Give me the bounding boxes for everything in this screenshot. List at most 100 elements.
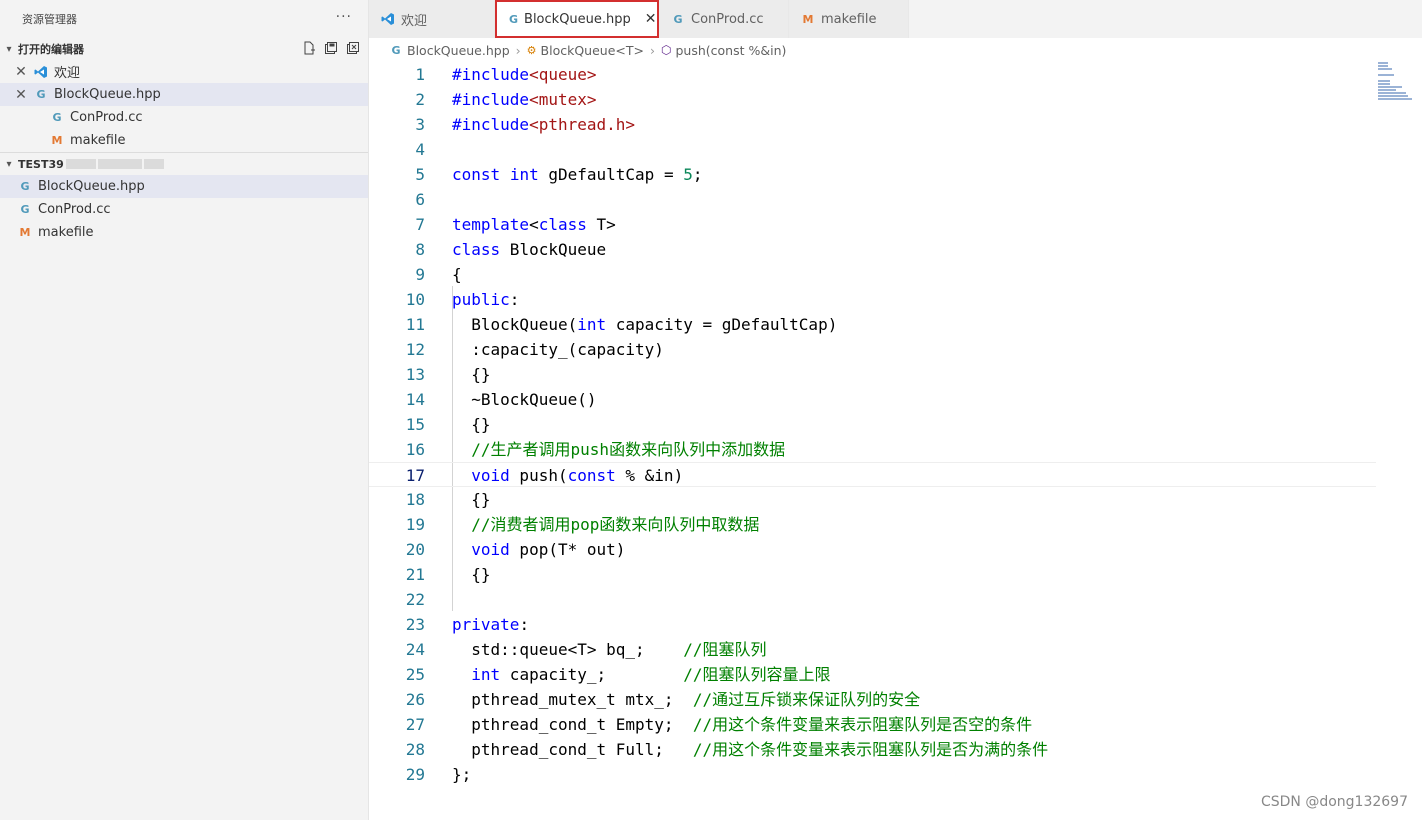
- cpp-icon: G: [509, 12, 519, 26]
- line-number: 14: [405, 390, 425, 409]
- code-line[interactable]: 3 #include<pthread.h>: [369, 112, 1376, 137]
- vscode-icon: [34, 65, 48, 79]
- vscode-icon: [381, 12, 395, 26]
- minimap-line: [1378, 65, 1388, 67]
- line-number: 1: [415, 65, 425, 84]
- code-text: //消费者调用pop函数来向队列中取数据: [471, 515, 760, 534]
- code-text: //生产者调用push函数来向队列中添加数据: [471, 440, 786, 459]
- code-line[interactable]: 29};: [369, 762, 1376, 787]
- code-line[interactable]: 4: [369, 137, 1376, 162]
- workspace-file-conprod[interactable]: G ConProd.cc: [0, 198, 368, 221]
- code-text: pthread_cond_t Full; //用这个条件变量来表示阻塞队列是否为…: [452, 740, 1049, 759]
- cpp-icon: G: [20, 203, 30, 216]
- code-line[interactable]: 2 #include<mutex>: [369, 87, 1376, 112]
- line-number: 8: [415, 240, 425, 259]
- code-line[interactable]: 25 int capacity_; //阻塞队列容量上限: [369, 662, 1376, 687]
- breadcrumb-file[interactable]: BlockQueue.hpp: [407, 43, 510, 58]
- code-line[interactable]: 23 private:: [369, 612, 1376, 637]
- code-text: void push(const % &in): [471, 466, 684, 485]
- workspace-file-label: makefile: [38, 225, 94, 240]
- open-editor-item-welcome[interactable]: ✕ 欢迎: [0, 60, 368, 83]
- code-line[interactable]: 18 {}: [369, 487, 1376, 512]
- chevron-down-icon: ▾: [6, 43, 12, 55]
- line-number: 3: [415, 115, 425, 134]
- cpp-icon: G: [52, 111, 62, 124]
- tab-label: makefile: [821, 11, 877, 27]
- minimap-line: [1378, 80, 1390, 82]
- code-text: pthread_mutex_t mtx_; //通过互斥锁来保证队列的安全: [452, 690, 921, 709]
- code-line[interactable]: 28 pthread_cond_t Full; //用这个条件变量来表示阻塞队列…: [369, 737, 1376, 762]
- cpp-icon: G: [673, 12, 683, 26]
- code-text: {}: [452, 415, 491, 434]
- line-number: 12: [405, 340, 425, 359]
- workspace-file-label: ConProd.cc: [38, 202, 111, 217]
- tab-conprod[interactable]: G ConProd.cc: [659, 0, 789, 38]
- minimap[interactable]: [1378, 62, 1414, 122]
- close-icon[interactable]: ✕: [14, 64, 28, 80]
- minimap-line: [1378, 62, 1388, 64]
- tab-makefile[interactable]: M makefile: [789, 0, 909, 38]
- workspace-title: TEST39: [18, 157, 64, 171]
- minimap-line: [1378, 89, 1396, 91]
- close-all-icon[interactable]: [346, 41, 360, 55]
- code-line[interactable]: 15 {}: [369, 412, 1376, 437]
- tab-blockqueue[interactable]: G BlockQueue.hpp ✕: [495, 0, 659, 38]
- code-line[interactable]: 21 {}: [369, 562, 1376, 587]
- workspace-header[interactable]: ▾ TEST39: [0, 153, 368, 175]
- close-icon[interactable]: ✕: [14, 87, 28, 103]
- line-number: 10: [405, 290, 425, 309]
- breadcrumb-method[interactable]: push(const %&in): [675, 43, 786, 58]
- code-line[interactable]: 26 pthread_mutex_t mtx_; //通过互斥锁来保证队列的安全: [369, 687, 1376, 712]
- code-text: };: [452, 765, 472, 784]
- open-editor-item-makefile[interactable]: M makefile: [0, 129, 368, 152]
- code-text: std::queue<T> bq_; //阻塞队列: [452, 640, 767, 659]
- code-line[interactable]: 9{: [369, 262, 1376, 287]
- breadcrumb-class[interactable]: BlockQueue<T>: [541, 43, 644, 58]
- line-number: 2: [415, 90, 425, 109]
- new-untitled-file-icon[interactable]: [302, 41, 316, 55]
- open-editor-item-conprod[interactable]: G ConProd.cc: [0, 106, 368, 129]
- code-line[interactable]: 6: [369, 187, 1376, 212]
- redacted-text: [97, 159, 142, 169]
- code-line[interactable]: 12 :capacity_(capacity): [369, 337, 1376, 362]
- code-line[interactable]: 5 const int gDefaultCap = 5;: [369, 162, 1376, 187]
- line-number: 27: [405, 715, 425, 734]
- workspace-file-blockqueue[interactable]: G BlockQueue.hpp: [0, 175, 368, 198]
- explorer-sidebar: 资源管理器 ··· ▾ 打开的编辑器 ✕ 欢迎 ✕ G BlockQueue.h…: [0, 0, 369, 820]
- code-line[interactable]: 22: [369, 587, 1376, 612]
- makefile-icon: M: [19, 226, 31, 239]
- line-number: 22: [405, 590, 425, 609]
- open-editor-item-blockqueue[interactable]: ✕ G BlockQueue.hpp: [0, 83, 368, 106]
- code-text: public:: [452, 290, 520, 309]
- cpp-icon: G: [391, 43, 401, 57]
- close-icon[interactable]: ✕: [645, 11, 657, 27]
- code-editor[interactable]: 1 #include<queue> 2 #include<mutex> 3 #includ…: [369, 62, 1422, 820]
- code-line[interactable]: 14 ~BlockQueue(): [369, 387, 1376, 412]
- explorer-title: 资源管理器: [22, 13, 77, 26]
- more-actions-icon[interactable]: ···: [336, 9, 352, 25]
- tab-welcome[interactable]: 欢迎: [369, 0, 495, 38]
- code-line[interactable]: 16 //生产者调用push函数来向队列中添加数据: [369, 437, 1376, 462]
- code-text: {}: [452, 365, 491, 384]
- line-number: 16: [405, 440, 425, 459]
- code-text: void pop(T* out): [471, 540, 626, 559]
- code-line[interactable]: 17 void push(const % &in): [369, 462, 1376, 487]
- code-line[interactable]: 7 template<class T>: [369, 212, 1376, 237]
- code-line[interactable]: 27 pthread_cond_t Empty; //用这个条件变量来表示阻塞队…: [369, 712, 1376, 737]
- code-line[interactable]: 11 BlockQueue(int capacity = gDefaultCap…: [369, 312, 1376, 337]
- workspace-file-makefile[interactable]: M makefile: [0, 221, 368, 244]
- line-number: 15: [405, 415, 425, 434]
- code-line[interactable]: 19 //消费者调用pop函数来向队列中取数据: [369, 512, 1376, 537]
- code-line[interactable]: 20 void pop(T* out): [369, 537, 1376, 562]
- code-text: template<class T>: [452, 215, 616, 234]
- code-line[interactable]: 24 std::queue<T> bq_; //阻塞队列: [369, 637, 1376, 662]
- code-line[interactable]: 8 class BlockQueue: [369, 237, 1376, 262]
- code-text: #include<queue>: [452, 65, 597, 84]
- save-all-icon[interactable]: [324, 41, 338, 55]
- class-icon: ⚙: [526, 43, 537, 57]
- watermark: CSDN @dong132697: [1260, 794, 1408, 810]
- code-line[interactable]: 1 #include<queue>: [369, 62, 1376, 87]
- code-line[interactable]: 10 public:: [369, 287, 1376, 312]
- open-editors-header[interactable]: ▾ 打开的编辑器: [0, 38, 368, 60]
- code-line[interactable]: 13 {}: [369, 362, 1376, 387]
